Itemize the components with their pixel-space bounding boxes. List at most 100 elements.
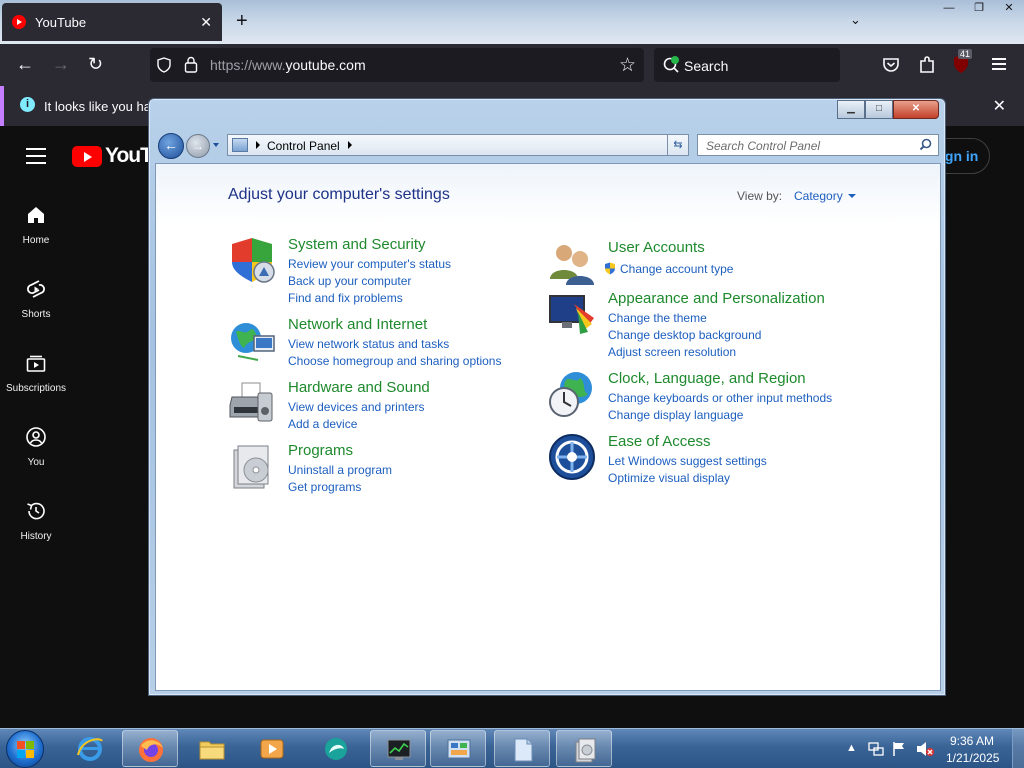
taskbar-windows-live[interactable]	[308, 730, 364, 767]
back-button[interactable]: ←	[158, 133, 184, 159]
taskbar-internet-explorer[interactable]	[62, 730, 118, 767]
category-title[interactable]: Ease of Access	[608, 433, 711, 450]
link-add-device[interactable]: Add a device	[288, 416, 425, 433]
cp-maximize-button[interactable]: □	[865, 100, 893, 119]
control-panel-icon	[232, 138, 248, 152]
taskbar-task-manager[interactable]	[370, 730, 426, 767]
list-all-tabs-chevron-icon[interactable]: ⌄	[850, 12, 861, 28]
guide-menu-icon[interactable]	[26, 148, 46, 169]
link-review-status[interactable]: Review your computer's status	[288, 256, 451, 273]
refresh-button[interactable]: ⇆	[667, 134, 689, 156]
tab-close-icon[interactable]: ✕	[200, 14, 212, 31]
page-title: Adjust your computer's settings	[228, 186, 450, 203]
ublock-extension-icon[interactable]: 41	[952, 49, 974, 76]
show-hidden-icons-icon[interactable]: ▲	[846, 742, 857, 754]
nav-history[interactable]: History	[0, 500, 72, 542]
category-title[interactable]: Clock, Language, and Region	[608, 370, 806, 387]
notification-close-icon[interactable]: ✕	[993, 96, 1006, 116]
clock-date[interactable]: 1/21/2025	[946, 751, 999, 765]
category-title[interactable]: Appearance and Personalization	[608, 290, 825, 307]
forward-arrow-icon[interactable]: →	[52, 54, 70, 74]
info-icon: i	[20, 97, 35, 112]
cp-close-button[interactable]: ✕	[893, 100, 939, 119]
link-windows-suggest-settings[interactable]: Let Windows suggest settings	[608, 453, 767, 470]
link-desktop-background[interactable]: Change desktop background	[608, 327, 761, 344]
link-screen-resolution[interactable]: Adjust screen resolution	[608, 344, 761, 361]
link-homegroup-sharing[interactable]: Choose homegroup and sharing options	[288, 353, 501, 370]
back-arrow-icon[interactable]: ←	[16, 54, 34, 74]
menu-hamburger-icon[interactable]	[992, 58, 1006, 70]
category-title[interactable]: Programs	[288, 442, 353, 459]
minimize-button[interactable]: —	[934, 0, 964, 18]
url-bar[interactable]: https://www.youtube.com ☆	[150, 48, 644, 82]
nav-you[interactable]: You	[0, 426, 72, 468]
recent-pages-chevron-icon[interactable]	[213, 143, 219, 147]
printer-icon[interactable]	[228, 379, 276, 427]
taskbar-program[interactable]	[556, 730, 612, 767]
link-keyboards-input[interactable]: Change keyboards or other input methods	[608, 390, 832, 407]
address-bar[interactable]: Control Panel	[227, 134, 739, 156]
padlock-icon[interactable]	[184, 56, 198, 73]
link-text: Change account type	[620, 262, 734, 276]
breadcrumb-arrow-icon[interactable]	[256, 141, 260, 149]
youtube-play-logo-icon	[72, 145, 102, 167]
category-title[interactable]: User Accounts	[608, 239, 705, 256]
taskbar: ▲ 9:36 AM 1/21/2025	[0, 728, 1024, 768]
new-tab-button[interactable]: +	[236, 10, 248, 32]
link-get-programs[interactable]: Get programs	[288, 479, 392, 496]
breadcrumb-arrow-icon[interactable]	[348, 141, 352, 149]
forward-button[interactable]: →	[186, 134, 210, 158]
category-title[interactable]: Network and Internet	[288, 316, 427, 333]
taskbar-media-player[interactable]	[244, 730, 300, 767]
link-find-fix-problems[interactable]: Find and fix problems	[288, 290, 451, 307]
ease-of-access-icon[interactable]	[548, 433, 596, 481]
nav-home[interactable]: Home	[0, 204, 72, 246]
shield-tracking-icon[interactable]	[156, 57, 172, 73]
taskbar-firefox[interactable]	[122, 730, 178, 767]
search-box[interactable]: Search	[654, 48, 840, 82]
taskbar-control-panel[interactable]	[430, 730, 486, 767]
maximize-button[interactable]: ❐	[964, 0, 994, 18]
link-display-language[interactable]: Change display language	[608, 407, 832, 424]
search-icon[interactable]	[919, 138, 932, 151]
url-text: https://www.youtube.com	[210, 57, 366, 73]
shorts-icon	[27, 280, 45, 298]
close-button[interactable]: ✕	[994, 0, 1024, 18]
network-tray-icon[interactable]	[868, 741, 884, 757]
programs-icon[interactable]	[228, 442, 276, 490]
link-uninstall-program[interactable]: Uninstall a program	[288, 462, 392, 479]
volume-muted-icon[interactable]	[916, 741, 934, 757]
shield-icon[interactable]	[228, 236, 276, 284]
action-center-flag-icon[interactable]	[892, 741, 906, 757]
start-button[interactable]	[6, 730, 44, 768]
view-by-dropdown[interactable]: Category	[794, 189, 843, 203]
taskbar-explorer[interactable]	[184, 730, 240, 767]
link-optimize-visual-display[interactable]: Optimize visual display	[608, 470, 767, 487]
users-icon[interactable]	[548, 239, 596, 287]
category-title[interactable]: Hardware and Sound	[288, 379, 430, 396]
link-change-theme[interactable]: Change the theme	[608, 310, 761, 327]
appearance-icon[interactable]	[548, 290, 596, 338]
link-devices-printers[interactable]: View devices and printers	[288, 399, 425, 416]
clock-time[interactable]: 9:36 AM	[950, 734, 994, 748]
link-back-up[interactable]: Back up your computer	[288, 273, 451, 290]
taskbar-notepad[interactable]	[494, 730, 550, 767]
pocket-icon[interactable]	[882, 56, 900, 74]
bookmark-star-icon[interactable]: ☆	[619, 54, 636, 77]
nav-shorts[interactable]: Shorts	[0, 278, 72, 320]
tab-youtube[interactable]: YouTube ✕	[2, 3, 222, 41]
search-control-panel-input[interactable]: Search Control Panel	[697, 134, 939, 156]
network-icon[interactable]	[228, 316, 276, 364]
link-change-account-type[interactable]: Change account type	[604, 261, 733, 278]
extensions-icon[interactable]	[918, 55, 936, 75]
nav-label: Subscriptions	[5, 383, 67, 394]
link-network-status[interactable]: View network status and tasks	[288, 336, 501, 353]
view-by-chevron-icon[interactable]	[848, 194, 856, 198]
breadcrumb-control-panel[interactable]: Control Panel	[267, 139, 340, 153]
clock-globe-icon[interactable]	[548, 370, 596, 418]
nav-subscriptions[interactable]: Subscriptions	[0, 352, 72, 394]
cp-minimize-button[interactable]: ▁	[837, 100, 865, 119]
category-title[interactable]: System and Security	[288, 236, 426, 253]
show-desktop-button[interactable]	[1012, 729, 1024, 768]
reload-icon[interactable]: ↻	[88, 54, 103, 74]
